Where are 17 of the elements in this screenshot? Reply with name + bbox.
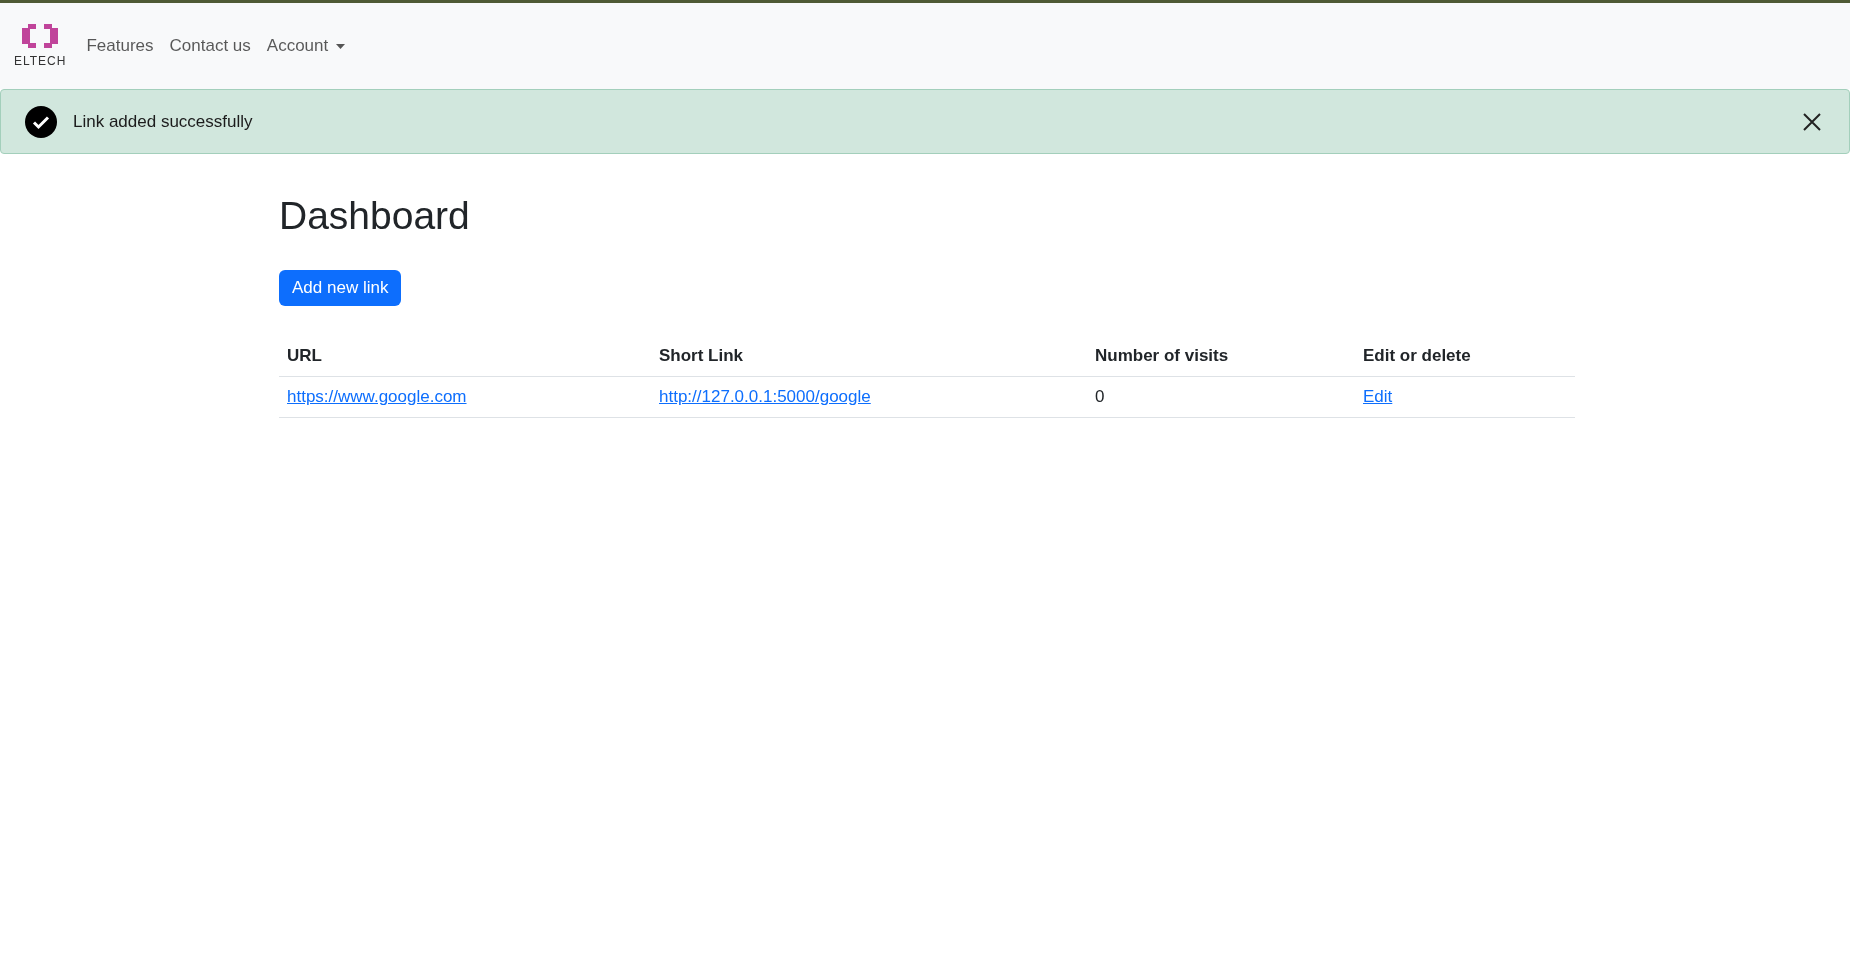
add-link-button[interactable]: Add new link bbox=[279, 270, 402, 306]
alert-message: Link added successfully bbox=[73, 111, 254, 132]
check-circle-icon bbox=[25, 105, 57, 138]
short-link[interactable]: http://127.0.0.1:5000/google bbox=[659, 387, 871, 406]
nav-link[interactable]: Contact us bbox=[169, 36, 251, 56]
visits-count: 0 bbox=[1095, 387, 1105, 406]
column-header: URL bbox=[287, 346, 322, 365]
column-header: Number of visits bbox=[1095, 346, 1229, 365]
logo-text: ELTECH bbox=[14, 54, 67, 68]
url-link[interactable]: https://www.google.com bbox=[287, 387, 467, 406]
caret-icon bbox=[336, 43, 346, 49]
column-header: Edit or delete bbox=[1363, 346, 1471, 365]
page-title: Dashboard bbox=[279, 194, 470, 238]
column-header: Short Link bbox=[659, 346, 744, 365]
nav-link[interactable]: Features bbox=[86, 36, 154, 56]
edit-link[interactable]: Edit bbox=[1363, 387, 1393, 406]
account-dropdown[interactable]: Account bbox=[266, 36, 346, 56]
